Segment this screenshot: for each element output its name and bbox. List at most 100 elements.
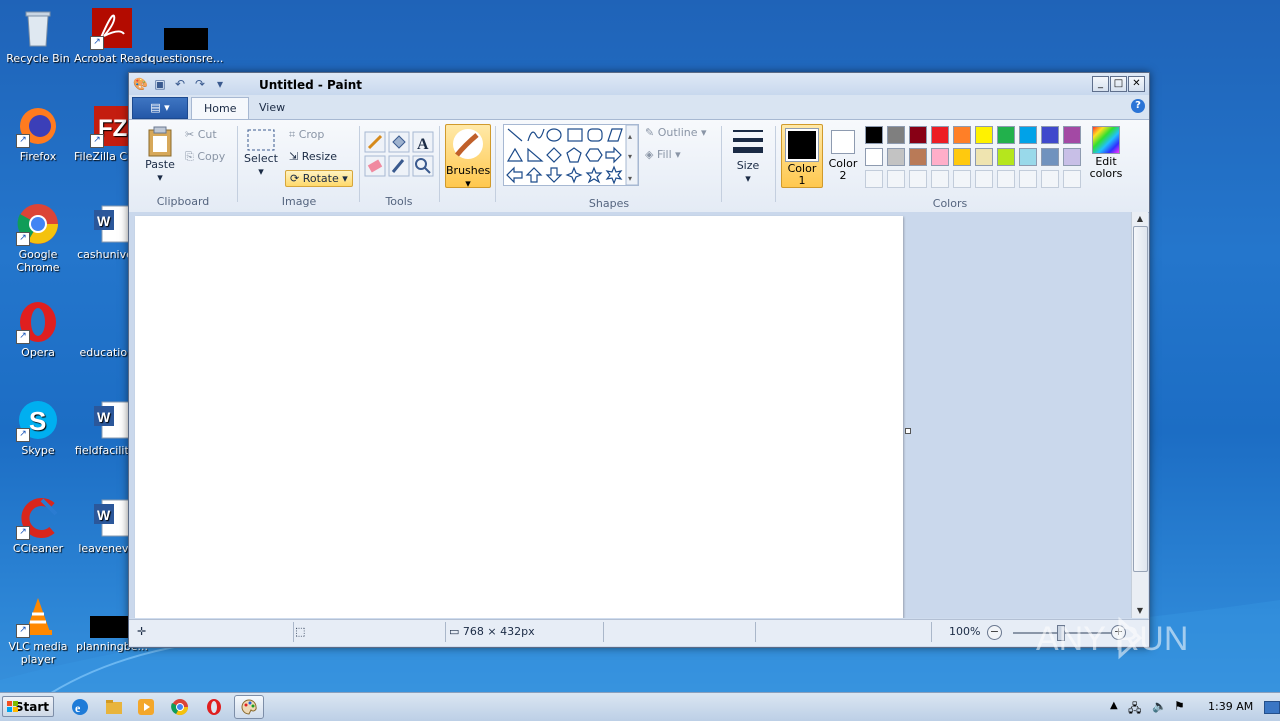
- palette-color-swatch[interactable]: [1063, 126, 1081, 144]
- palette-color-swatch[interactable]: [975, 148, 993, 166]
- desktop-icon-firefox[interactable]: ↗ Firefox: [0, 104, 76, 163]
- ribbon-tabs: ▤ ▾ Home View ?: [129, 95, 1149, 120]
- palette-color-swatch[interactable]: [931, 148, 949, 166]
- colors-group-label: Colors: [932, 197, 968, 210]
- cut-button[interactable]: ✂ Cut: [185, 128, 217, 141]
- drawing-canvas[interactable]: [135, 216, 903, 618]
- palette-empty-swatch[interactable]: [1019, 170, 1037, 188]
- desktop-icon-acrobat[interactable]: ↗ Acrobat Reader DC: [74, 6, 150, 65]
- paint-app-icon[interactable]: 🎨: [133, 77, 148, 91]
- desktop-icon-ccleaner[interactable]: ↗ CCleaner: [0, 496, 76, 555]
- color2-swatch: [831, 130, 855, 154]
- close-button[interactable]: ✕: [1128, 76, 1145, 92]
- palette-color-swatch[interactable]: [953, 126, 971, 144]
- palette-empty-swatch[interactable]: [1063, 170, 1081, 188]
- media-player-icon[interactable]: [136, 697, 156, 717]
- eraser-icon[interactable]: [364, 155, 386, 177]
- crop-button[interactable]: ⌗ Crop: [289, 128, 324, 142]
- palette-color-swatch[interactable]: [997, 126, 1015, 144]
- opera-taskbar-icon[interactable]: [204, 697, 224, 717]
- desktop-icon-vlc[interactable]: ↗ VLC media player: [0, 594, 76, 666]
- image-group-label: Image: [281, 195, 317, 208]
- palette-color-swatch[interactable]: [975, 126, 993, 144]
- save-icon[interactable]: ▣: [153, 77, 167, 91]
- scrollbar-thumb[interactable]: [1133, 226, 1148, 572]
- desktop-icon-chrome[interactable]: ↗ Google Chrome: [0, 202, 76, 274]
- paint-taskbar-button[interactable]: [234, 695, 264, 719]
- color2-button[interactable]: Color 2: [825, 124, 861, 186]
- palette-empty-swatch[interactable]: [1041, 170, 1059, 188]
- fill-bucket-icon[interactable]: [388, 131, 410, 153]
- desktop-icon-opera[interactable]: ↗ Opera: [0, 300, 76, 359]
- palette-color-swatch[interactable]: [865, 126, 883, 144]
- outline-icon: ✎: [645, 126, 655, 139]
- palette-color-swatch[interactable]: [909, 126, 927, 144]
- file-explorer-icon[interactable]: [104, 697, 124, 717]
- desktop-icon-skype[interactable]: S ↗ Skype: [0, 398, 76, 457]
- palette-empty-swatch[interactable]: [909, 170, 927, 188]
- minimize-button[interactable]: _: [1092, 76, 1109, 92]
- help-icon[interactable]: ?: [1131, 99, 1145, 113]
- palette-color-swatch[interactable]: [953, 148, 971, 166]
- action-center-flag-icon[interactable]: ⚑: [1174, 699, 1185, 713]
- outline-button[interactable]: ✎ Outline ▾: [645, 126, 707, 139]
- palette-empty-swatch[interactable]: [997, 170, 1015, 188]
- palette-color-swatch[interactable]: [865, 148, 883, 166]
- palette-color-swatch[interactable]: [1019, 148, 1037, 166]
- palette-empty-swatch[interactable]: [887, 170, 905, 188]
- magnifier-icon[interactable]: [412, 155, 434, 177]
- canvas-area: [129, 212, 1131, 618]
- chrome-taskbar-icon[interactable]: [170, 697, 190, 717]
- vertical-scrollbar[interactable]: ▲ ▼: [1131, 212, 1148, 618]
- palette-color-swatch[interactable]: [1041, 126, 1059, 144]
- copy-button[interactable]: ⎘ Copy: [185, 150, 225, 164]
- tab-home[interactable]: Home: [191, 97, 250, 120]
- palette-color-swatch[interactable]: [931, 126, 949, 144]
- zoom-out-icon[interactable]: −: [987, 625, 1002, 640]
- select-button[interactable]: Select ▾: [243, 128, 279, 178]
- volume-icon[interactable]: 🔈: [1152, 699, 1167, 713]
- undo-icon[interactable]: ↶: [173, 77, 187, 91]
- customize-qat-icon[interactable]: ▾: [213, 77, 227, 91]
- palette-color-swatch[interactable]: [1019, 126, 1037, 144]
- show-desktop-button[interactable]: [1264, 701, 1280, 714]
- fill-button[interactable]: ◈ Fill ▾: [645, 148, 681, 161]
- canvas-resize-handle[interactable]: [905, 428, 911, 434]
- edit-colors-button[interactable]: Edit colors: [1087, 124, 1125, 186]
- desktop-icon-recycle-bin[interactable]: Recycle Bin: [0, 6, 76, 65]
- internet-explorer-icon[interactable]: e: [70, 697, 90, 717]
- redo-icon[interactable]: ↷: [193, 77, 207, 91]
- palette-empty-swatch[interactable]: [975, 170, 993, 188]
- rotate-button[interactable]: ⟳ Rotate ▾: [285, 170, 353, 187]
- shortcut-arrow-icon: ↗: [16, 428, 30, 442]
- palette-color-swatch[interactable]: [997, 148, 1015, 166]
- shapes-gallery[interactable]: ▴ ▾ ▾: [503, 124, 639, 186]
- show-hidden-icons-icon[interactable]: ▲: [1110, 700, 1118, 711]
- palette-empty-swatch[interactable]: [931, 170, 949, 188]
- start-button[interactable]: Start: [2, 696, 54, 717]
- palette-empty-swatch[interactable]: [865, 170, 883, 188]
- brushes-button[interactable]: Brushes ▾: [445, 124, 491, 190]
- size-button[interactable]: Size ▾: [729, 126, 767, 185]
- resize-button[interactable]: ⇲ Resize: [289, 150, 337, 163]
- image-dimensions: 768 × 432px: [462, 625, 535, 638]
- paste-button[interactable]: Paste ▾: [139, 126, 181, 184]
- palette-empty-swatch[interactable]: [953, 170, 971, 188]
- palette-color-swatch[interactable]: [1041, 148, 1059, 166]
- tab-view[interactable]: View: [247, 97, 297, 119]
- scroll-up-arrow-icon[interactable]: ▲: [1132, 212, 1148, 226]
- text-tool-icon[interactable]: A: [412, 131, 434, 153]
- maximize-button[interactable]: □: [1110, 76, 1127, 92]
- palette-color-swatch[interactable]: [887, 148, 905, 166]
- color1-button[interactable]: Color 1: [781, 124, 823, 188]
- desktop-icon-questionsre[interactable]: questionsre...: [148, 6, 224, 65]
- palette-color-swatch[interactable]: [1063, 148, 1081, 166]
- palette-color-swatch[interactable]: [909, 148, 927, 166]
- color-picker-icon[interactable]: [388, 155, 410, 177]
- hexagon-shape-icon: [585, 148, 603, 162]
- paint-menu-button[interactable]: ▤ ▾: [132, 97, 188, 119]
- clock[interactable]: 1:39 AM: [1208, 700, 1253, 713]
- palette-color-swatch[interactable]: [887, 126, 905, 144]
- network-icon[interactable]: 🖧: [1128, 699, 1141, 720]
- pencil-icon[interactable]: [364, 131, 386, 153]
